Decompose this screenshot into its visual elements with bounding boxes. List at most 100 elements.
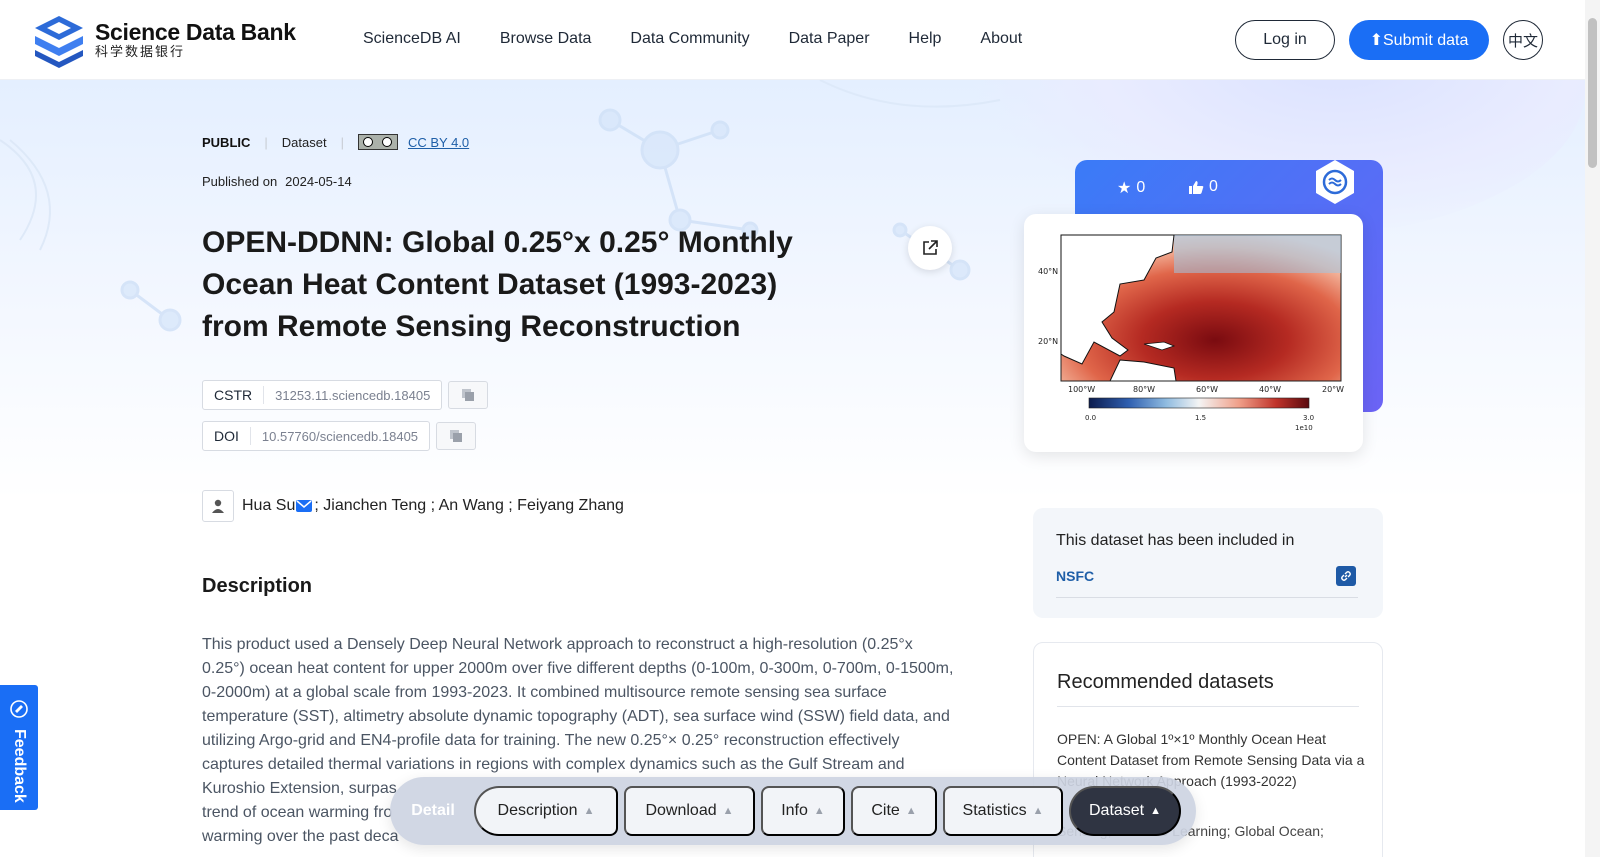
- lon-label: 100°W: [1068, 385, 1095, 394]
- tab-statistics[interactable]: Statistics ▲: [943, 786, 1063, 836]
- language-toggle-button[interactable]: 中文: [1503, 20, 1543, 60]
- cstr-field: CSTR 31253.11.sciencedb.18405: [202, 380, 443, 410]
- cstr-label: CSTR: [203, 386, 265, 404]
- cc-license-icon: [357, 134, 398, 150]
- colorbar-tick: 0.0: [1085, 414, 1096, 422]
- dataset-meta-row: PUBLIC | Dataset | CC BY 4.0: [202, 134, 469, 150]
- description-heading: Description: [202, 575, 313, 597]
- colorbar-tick: 1.5: [1195, 414, 1206, 422]
- doi-value[interactable]: 10.57760/sciencedb.18405: [251, 429, 429, 444]
- detail-label: Detail: [411, 802, 455, 819]
- tab-dataset[interactable]: Dataset ▲: [1069, 786, 1181, 836]
- author-icon: [202, 490, 234, 522]
- main-nav: ScienceDB AI Browse Data Data Community …: [363, 30, 1061, 48]
- external-link-icon: [923, 240, 938, 255]
- logo-title: Science Data Bank: [95, 19, 296, 45]
- chevron-up-icon: ▲: [722, 805, 734, 817]
- copy-icon: [450, 430, 463, 442]
- published-value: 2024-05-14: [285, 174, 352, 189]
- tab-label: Statistics: [962, 802, 1027, 819]
- published-label: Published on: [202, 174, 278, 189]
- thumbs-up-icon: [1189, 180, 1204, 194]
- colorbar-tick: 3.0: [1303, 414, 1314, 422]
- site-logo[interactable]: Science Data Bank 科学数据银行: [31, 12, 296, 68]
- doi-field: DOI 10.57760/sciencedb.18405: [202, 421, 431, 451]
- author-link[interactable]: Hua Su: [242, 497, 295, 515]
- tab-description[interactable]: Description ▲: [474, 786, 618, 836]
- tab-label: Download: [645, 802, 717, 819]
- tab-label: Info: [781, 802, 808, 819]
- included-in-card: This dataset has been included in NSFC: [1033, 508, 1383, 618]
- star-value: 0: [1136, 179, 1146, 196]
- tab-label: Cite: [871, 802, 900, 819]
- ocean-heat-map-image: 40°N 20°N 100°W 80°W 60°W 40°W 20°W 0.0 …: [1038, 234, 1344, 432]
- lon-label: 40°W: [1259, 385, 1281, 394]
- lon-label: 80°W: [1133, 385, 1155, 394]
- chevron-up-icon: ▲: [1032, 805, 1044, 817]
- chevron-up-icon: ▲: [583, 805, 595, 817]
- submit-data-label: Submit data: [1383, 32, 1469, 49]
- star-icon: ★: [1117, 180, 1132, 197]
- chevron-up-icon: ▲: [905, 805, 917, 817]
- access-badge: PUBLIC: [202, 134, 251, 150]
- lon-label: 60°W: [1196, 385, 1218, 394]
- description-line: warming over the past deca: [202, 828, 399, 845]
- nav-browse-data[interactable]: Browse Data: [500, 30, 592, 48]
- like-count[interactable]: 0: [1189, 178, 1218, 196]
- chevron-up-icon: ▲: [813, 805, 825, 817]
- cstr-value[interactable]: 31253.11.sciencedb.18405: [264, 388, 441, 403]
- nav-about[interactable]: About: [980, 30, 1022, 48]
- dataset-preview-card[interactable]: 40°N 20°N 100°W 80°W 60°W 40°W 20°W 0.0 …: [1024, 214, 1363, 452]
- tab-info[interactable]: Info ▲: [761, 786, 845, 836]
- nav-data-paper[interactable]: Data Paper: [789, 30, 870, 48]
- recommended-title: Recommended datasets: [1057, 671, 1274, 693]
- copy-doi-button[interactable]: [436, 422, 477, 450]
- license-link[interactable]: CC BY 4.0: [408, 135, 469, 150]
- submit-data-button[interactable]: ⬆Submit data: [1349, 20, 1489, 60]
- doi-row: DOI 10.57760/sciencedb.18405: [202, 421, 477, 451]
- mail-icon[interactable]: [296, 500, 313, 512]
- included-item-nsfc[interactable]: NSFC: [1056, 568, 1094, 584]
- feedback-icon: [10, 700, 28, 718]
- logo-icon: [35, 16, 83, 68]
- like-value: 0: [1209, 178, 1218, 195]
- published-date: Published on 2024-05-14: [202, 174, 360, 189]
- upload-icon: ⬆: [1369, 32, 1383, 49]
- page-scrollbar[interactable]: [1585, 0, 1600, 857]
- nav-data-community[interactable]: Data Community: [630, 30, 749, 48]
- meta-separator: |: [264, 134, 268, 150]
- feedback-tab[interactable]: Feedback: [0, 685, 38, 810]
- co-authors[interactable]: ; Jianchen Teng ; An Wang ; Feiyang Zhan…: [314, 497, 624, 515]
- divider: [1056, 597, 1358, 598]
- tab-label: Dataset: [1088, 802, 1145, 819]
- colorbar-scale: 1e10: [1295, 424, 1313, 432]
- tab-cite[interactable]: Cite ▲: [851, 786, 937, 836]
- authors-row: Hua Su ; Jianchen Teng ; An Wang ; Feiya…: [202, 490, 624, 522]
- included-title: This dataset has been included in: [1056, 532, 1295, 549]
- star-count[interactable]: ★ 0: [1117, 178, 1145, 198]
- link-icon[interactable]: [1336, 566, 1356, 586]
- doi-label: DOI: [203, 427, 251, 445]
- tab-label: Description: [497, 802, 578, 819]
- copy-cstr-button[interactable]: [448, 381, 489, 409]
- sciencedb-badge-icon: [1322, 169, 1348, 195]
- copy-icon: [462, 389, 475, 401]
- share-button[interactable]: [908, 226, 952, 270]
- description-line: trend of ocean warming fro: [202, 804, 393, 821]
- tab-download[interactable]: Download ▲: [624, 786, 755, 836]
- feedback-label: Feedback: [11, 729, 28, 803]
- chevron-up-icon: ▲: [1150, 805, 1162, 817]
- login-button[interactable]: Log in: [1235, 20, 1335, 60]
- nav-help[interactable]: Help: [909, 30, 942, 48]
- lat-label: 20°N: [1038, 337, 1058, 346]
- meta-separator: |: [340, 134, 344, 150]
- lon-label: 20°W: [1322, 385, 1344, 394]
- dataset-type: Dataset: [281, 134, 327, 150]
- nav-sciencedb-ai[interactable]: ScienceDB AI: [363, 30, 461, 48]
- scrollbar-thumb[interactable]: [1588, 18, 1597, 168]
- divider: [1057, 706, 1359, 707]
- dataset-title: OPEN-DDNN: Global 0.25°x 0.25° Monthly O…: [202, 226, 793, 343]
- cstr-row: CSTR 31253.11.sciencedb.18405: [202, 380, 489, 410]
- detail-nav-bar: Detail Description ▲ Download ▲ Info ▲ Cite…: [390, 777, 1196, 845]
- top-header: Science Data Bank 科学数据银行 ScienceDB AI Br…: [0, 0, 1585, 80]
